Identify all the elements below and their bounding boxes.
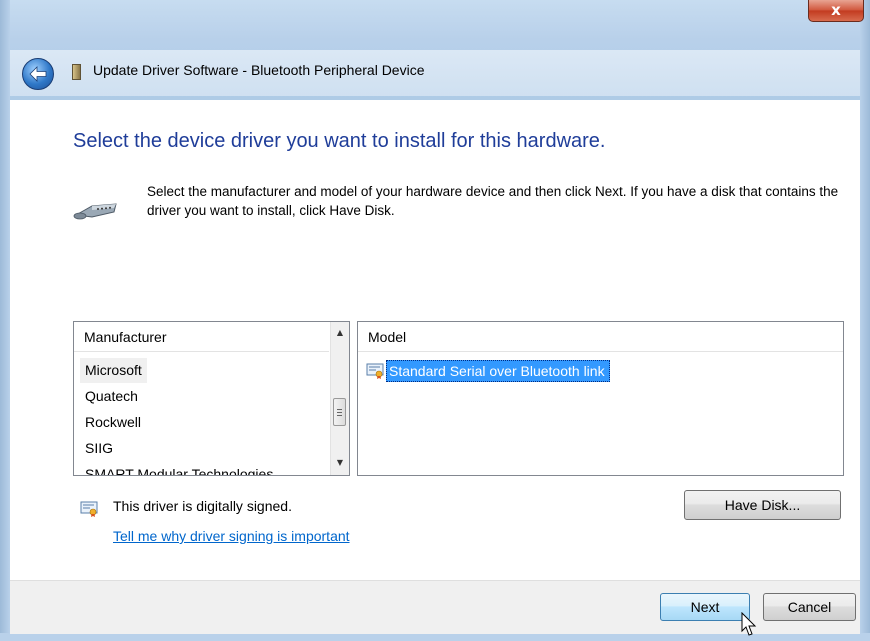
grip-line xyxy=(337,412,342,413)
model-item-standard-serial[interactable]: Standard Serial over Bluetooth link xyxy=(366,360,610,382)
signed-status-text: This driver is digitally signed. xyxy=(113,498,292,514)
manufacturer-item-rockwell[interactable]: Rockwell xyxy=(80,410,146,435)
mouse-cursor-icon xyxy=(741,612,757,636)
manufacturer-item-smart-modular[interactable]: SMART Modular Technologies xyxy=(80,462,278,475)
manufacturer-item-siig[interactable]: SIIG xyxy=(80,436,118,461)
next-button[interactable]: Next xyxy=(660,593,750,621)
serial-port-icon xyxy=(73,203,117,220)
model-item-label: Standard Serial over Bluetooth link xyxy=(386,360,610,382)
model-column-header: Model xyxy=(358,322,843,352)
close-button[interactable]: x xyxy=(808,0,864,22)
model-listbox[interactable]: Model Standard Serial over Bluetooth lin… xyxy=(357,321,844,476)
window-frame-right xyxy=(860,0,870,641)
window-title-icon xyxy=(72,64,81,80)
driver-certificate-icon xyxy=(366,363,384,379)
manufacturer-column-header: Manufacturer xyxy=(74,322,329,352)
scroll-up-icon[interactable]: ▲ xyxy=(331,324,349,342)
scrollbar-thumb[interactable] xyxy=(333,398,346,426)
window-frame-left xyxy=(0,0,10,641)
window-frame-bottom xyxy=(0,633,870,641)
manufacturer-item-microsoft[interactable]: Microsoft xyxy=(80,358,147,383)
back-button[interactable] xyxy=(22,58,54,90)
manufacturer-item-quatech[interactable]: Quatech xyxy=(80,384,143,409)
scroll-down-icon[interactable]: ▼ xyxy=(331,454,349,472)
have-disk-button[interactable]: Have Disk... xyxy=(684,490,841,520)
update-driver-dialog: x Update Driver Software - Bluetooth Per… xyxy=(0,0,870,641)
driver-signing-link[interactable]: Tell me why driver signing is important xyxy=(113,528,350,544)
back-arrow-icon xyxy=(29,66,47,82)
page-heading: Select the device driver you want to ins… xyxy=(73,130,606,152)
window-title: Update Driver Software - Bluetooth Perip… xyxy=(93,62,425,78)
instructions-text: Select the manufacturer and model of you… xyxy=(147,184,839,218)
cancel-button[interactable]: Cancel xyxy=(763,593,856,621)
manufacturer-listbox[interactable]: Manufacturer Microsoft Quatech Rockwell … xyxy=(73,321,350,476)
manufacturer-scrollbar[interactable]: ▲ ▼ xyxy=(330,322,349,475)
driver-certificate-icon xyxy=(80,501,98,517)
grip-line xyxy=(337,409,342,410)
grip-line xyxy=(337,415,342,416)
